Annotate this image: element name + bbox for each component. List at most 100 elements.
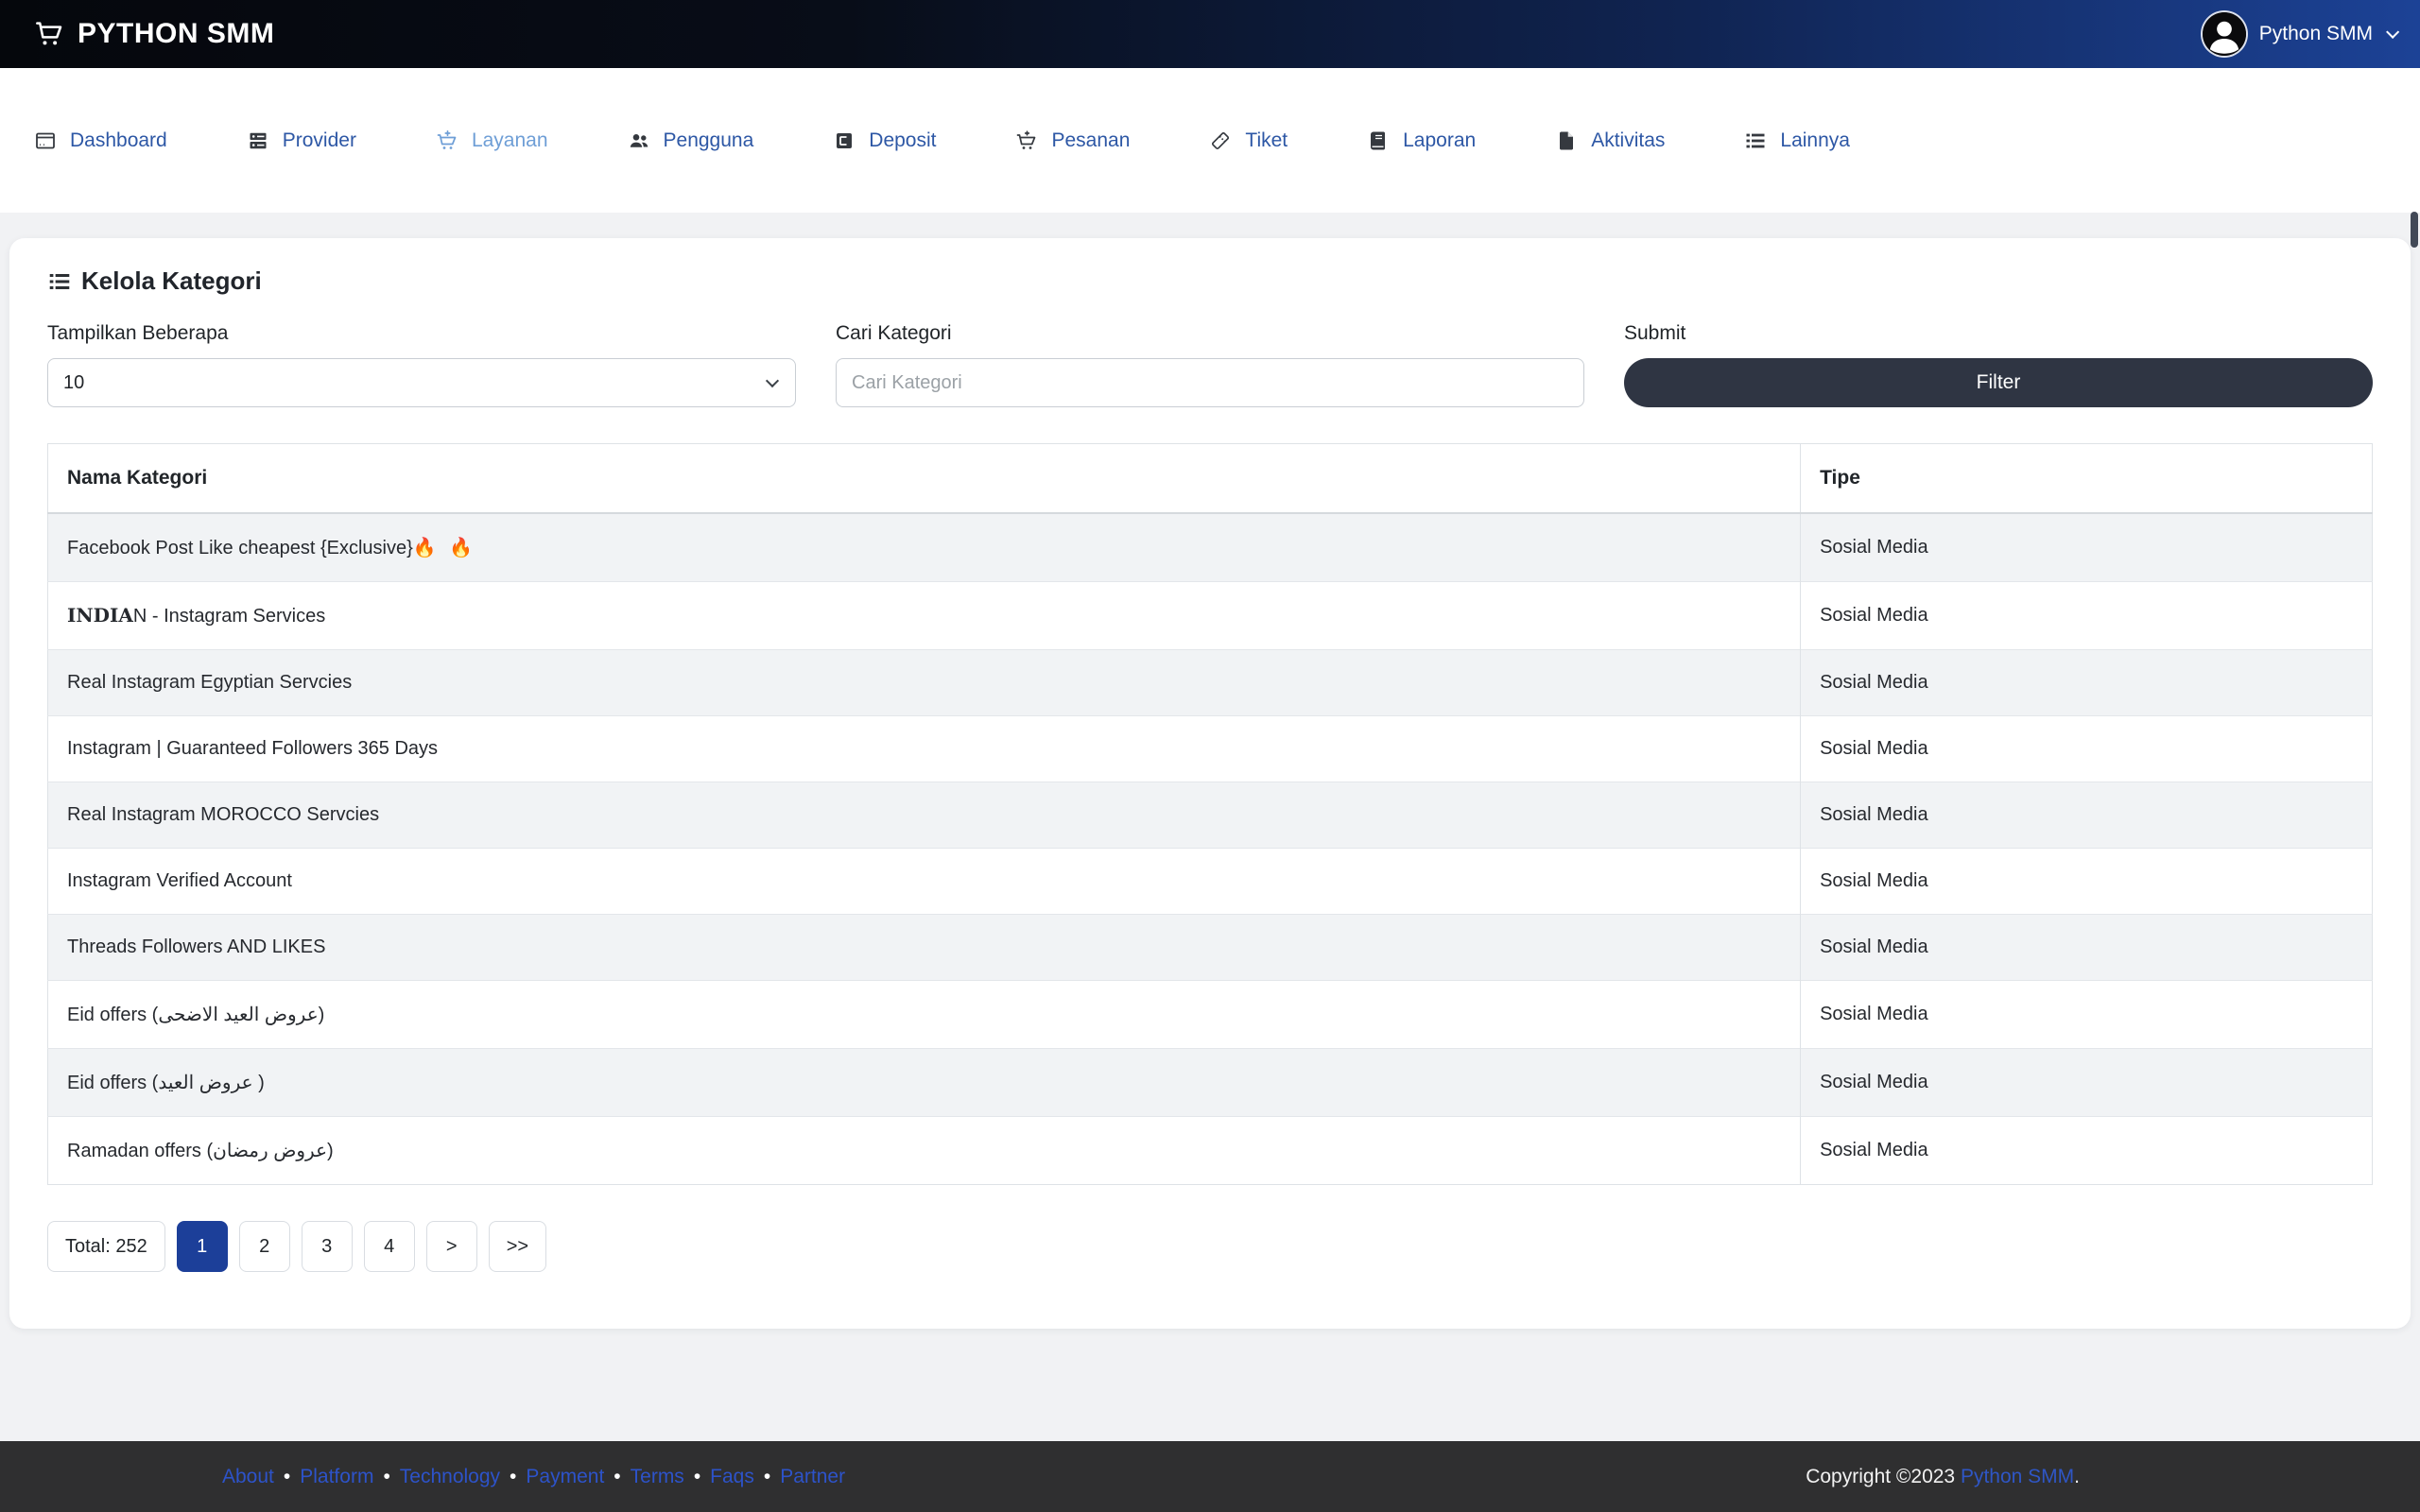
nav-item-layanan[interactable]: Layanan <box>436 129 548 152</box>
footer-link-separator: • <box>694 1466 700 1487</box>
table-row: Ramadan offers (عروض رمضان)Sosial Media <box>48 1117 2373 1185</box>
table-row: Real Instagram Egyptian ServciesSosial M… <box>48 650 2373 716</box>
footer-link-payment[interactable]: Payment <box>526 1466 604 1487</box>
category-name-cell: Real Instagram Egyptian Servcies <box>48 650 1801 716</box>
category-name-cell: INDIAN - Instagram Services <box>48 582 1801 650</box>
nav-label: Deposit <box>869 129 936 152</box>
search-label: Cari Kategori <box>836 322 1584 345</box>
category-name-cell: Eid offers (عروض العيد ) <box>48 1049 1801 1117</box>
table-row: INDIAN - Instagram ServicesSosial Media <box>48 582 2373 650</box>
table-row: Instagram Verified AccountSosial Media <box>48 849 2373 915</box>
pagination-page-1[interactable]: 1 <box>177 1221 228 1272</box>
category-type-cell: Sosial Media <box>1801 981 2373 1049</box>
page-title: Kelola Kategori <box>47 266 2373 296</box>
kelola-kategori-card: Kelola Kategori Tampilkan Beberapa 10 Ca… <box>9 238 2411 1329</box>
category-name-cell: Ramadan offers (عروض رمضان) <box>48 1117 1801 1185</box>
table-row: Facebook Post Like cheapest {Exclusive}🔥… <box>48 513 2373 582</box>
footer-link-faqs[interactable]: Faqs <box>710 1466 754 1487</box>
show-count-label: Tampilkan Beberapa <box>47 322 796 345</box>
nav-item-provider[interactable]: Provider <box>247 129 356 152</box>
nav-label: Provider <box>283 129 356 152</box>
pagination-page-2[interactable]: 2 <box>239 1221 290 1272</box>
category-type-cell: Sosial Media <box>1801 650 2373 716</box>
nav-item-lainnya[interactable]: Lainnya <box>1744 129 1850 152</box>
table-row: Instagram | Guaranteed Followers 365 Day… <box>48 716 2373 782</box>
category-name-cell: Instagram Verified Account <box>48 849 1801 915</box>
footer-link-partner[interactable]: Partner <box>780 1466 845 1487</box>
cart-icon <box>1015 129 1038 152</box>
footer-link-separator: • <box>284 1466 290 1487</box>
footer-link-about[interactable]: About <box>222 1466 274 1487</box>
filter-form: Tampilkan Beberapa 10 Cari Kategori Subm… <box>47 322 2373 407</box>
footer-links: About • Platform • Technology • Payment • Terms •… <box>222 1466 845 1488</box>
copyright-text: Copyright ©2023 <box>1806 1466 1961 1487</box>
nav-label: Dashboard <box>70 129 167 152</box>
users-icon <box>628 129 650 152</box>
category-type-cell: Sosial Media <box>1801 582 2373 650</box>
brand-logo[interactable]: PYTHON SMM <box>34 18 274 50</box>
pagination-page-3[interactable]: 3 <box>302 1221 353 1272</box>
top-header: PYTHON SMM Python SMM <box>0 0 2420 68</box>
user-avatar <box>2203 12 2246 56</box>
category-name-cell: Eid offers (عروض العيد الاضحى) <box>48 981 1801 1049</box>
filter-button[interactable]: Filter <box>1624 358 2373 407</box>
categories-table-body: Facebook Post Like cheapest {Exclusive}🔥… <box>48 513 2373 1185</box>
category-name-cell: Threads Followers AND LIKES <box>48 915 1801 981</box>
nav-item-laporan[interactable]: Laporan <box>1367 129 1476 152</box>
category-type-cell: Sosial Media <box>1801 915 2373 981</box>
footer-link-separator: • <box>614 1466 620 1487</box>
table-row: Real Instagram MOROCCO ServciesSosial Me… <box>48 782 2373 849</box>
main-nav: Dashboard Provider Layanan Pengguna Deposit P… <box>0 68 2420 213</box>
table-row: Eid offers (عروض العيد )Sosial Media <box>48 1049 2373 1117</box>
category-type-cell: Sosial Media <box>1801 1117 2373 1185</box>
footer-link-separator: • <box>764 1466 770 1487</box>
cart-plus-icon <box>436 129 458 152</box>
copyright-brand-link[interactable]: Python SMM <box>1961 1466 2074 1487</box>
page-footer: About • Platform • Technology • Payment • Terms •… <box>0 1441 2420 1512</box>
nav-label: Pesanan <box>1051 129 1130 152</box>
categories-table: Nama Kategori Tipe Facebook Post Like ch… <box>47 443 2373 1185</box>
search-input[interactable] <box>836 358 1584 407</box>
dashboard-icon <box>34 129 57 152</box>
submit-label: Submit <box>1624 322 2373 345</box>
category-name-cell: Real Instagram MOROCCO Servcies <box>48 782 1801 849</box>
column-header-tipe: Tipe <box>1801 444 2373 514</box>
nav-item-pengguna[interactable]: Pengguna <box>628 129 754 152</box>
nav-item-aktivitas[interactable]: Aktivitas <box>1555 129 1665 152</box>
nav-item-deposit[interactable]: Deposit <box>833 129 936 152</box>
nav-label: Pengguna <box>664 129 754 152</box>
nav-label: Lainnya <box>1780 129 1850 152</box>
pagination-page-4[interactable]: 4 <box>364 1221 415 1272</box>
footer-link-separator: • <box>383 1466 389 1487</box>
category-type-cell: Sosial Media <box>1801 1049 2373 1117</box>
show-count-group: Tampilkan Beberapa 10 <box>47 322 796 407</box>
pagination-page->[interactable]: > <box>426 1221 477 1272</box>
list-icon <box>1744 129 1767 152</box>
footer-link-separator: • <box>510 1466 516 1487</box>
nav-item-pesanan[interactable]: Pesanan <box>1015 129 1130 152</box>
search-group: Cari Kategori <box>836 322 1584 407</box>
list-icon <box>47 269 72 294</box>
footer-link-technology[interactable]: Technology <box>400 1466 500 1487</box>
column-header-nama-kategori: Nama Kategori <box>48 444 1801 514</box>
nav-label: Aktivitas <box>1591 129 1665 152</box>
book-icon <box>1367 129 1390 152</box>
pagination-page->>[interactable]: >> <box>489 1221 546 1272</box>
category-type-cell: Sosial Media <box>1801 849 2373 915</box>
footer-link-terms[interactable]: Terms <box>631 1466 684 1487</box>
nav-item-dashboard[interactable]: Dashboard <box>34 129 167 152</box>
nav-item-tiket[interactable]: Tiket <box>1209 129 1288 152</box>
category-type-cell: Sosial Media <box>1801 716 2373 782</box>
scrollbar-thumb[interactable] <box>2411 212 2418 248</box>
copyright: Copyright ©2023 Python SMM. <box>1806 1466 2080 1488</box>
file-icon <box>1555 129 1578 152</box>
nav-label: Layanan <box>472 129 548 152</box>
chevron-down-icon <box>2386 26 2399 39</box>
pagination-total: Total: 252 <box>47 1221 165 1272</box>
show-count-select[interactable]: 10 <box>47 358 796 407</box>
content-area: Kelola Kategori Tampilkan Beberapa 10 Ca… <box>0 213 2420 1329</box>
category-name-cell: Facebook Post Like cheapest {Exclusive}🔥… <box>48 513 1801 582</box>
user-menu[interactable]: Python SMM <box>2203 12 2395 56</box>
footer-link-platform[interactable]: Platform <box>300 1466 373 1487</box>
server-icon <box>247 129 269 152</box>
